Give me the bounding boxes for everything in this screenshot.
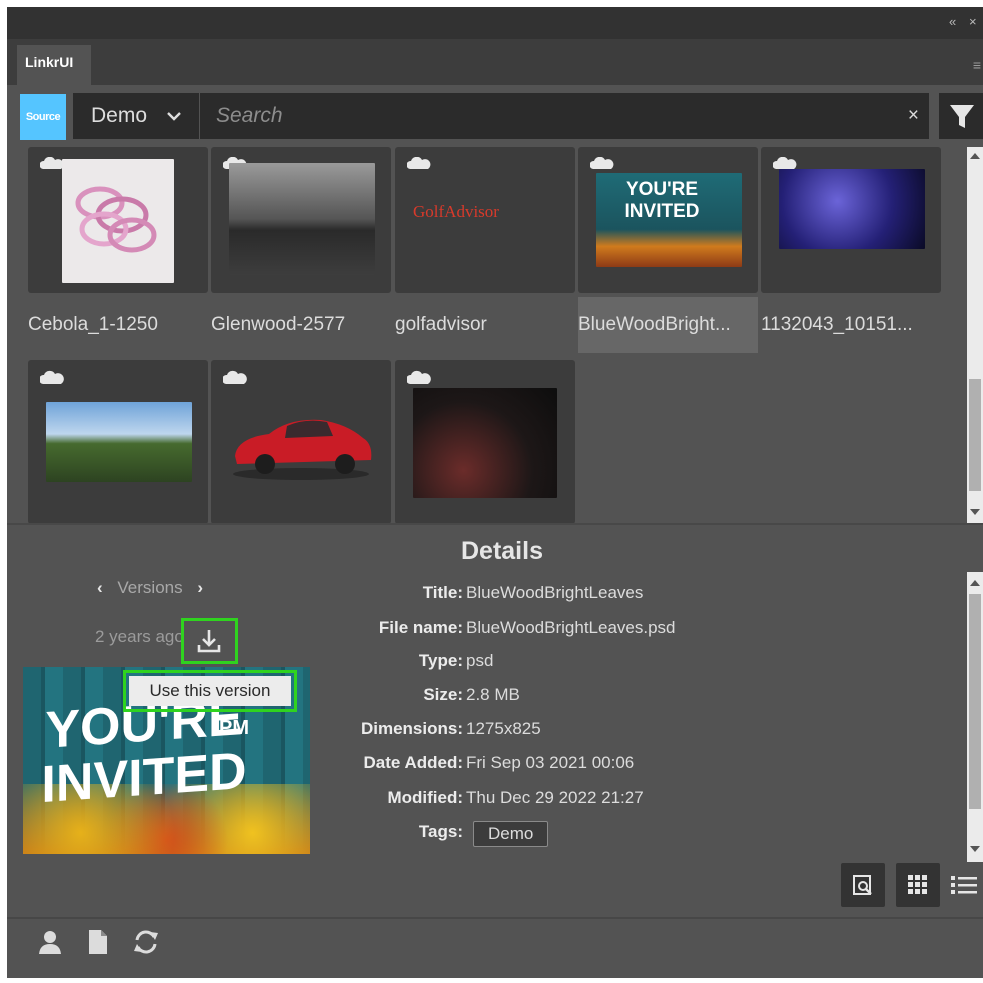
tooltip-text: Use this version xyxy=(129,676,291,706)
user-button[interactable] xyxy=(37,929,63,960)
title-label: Title: xyxy=(422,583,463,602)
cloud-icon xyxy=(223,370,247,384)
document-button[interactable] xyxy=(87,929,109,960)
refresh-icon xyxy=(134,930,158,954)
scroll-up-icon[interactable] xyxy=(970,153,980,159)
filter-button[interactable] xyxy=(939,93,983,139)
next-version-icon[interactable]: › xyxy=(197,578,203,597)
panel-splitter[interactable] xyxy=(7,523,983,525)
download-icon xyxy=(197,630,221,653)
tag-chip[interactable]: Demo xyxy=(473,821,549,847)
toolbar: Source Demo × xyxy=(7,87,983,143)
asset-card-selected[interactable]: YOU'RE INVITED xyxy=(578,147,758,293)
version-age: 2 years ago xyxy=(95,627,184,646)
date-added-label: Date Added: xyxy=(363,753,464,772)
scroll-down-icon[interactable] xyxy=(970,846,980,852)
close-panel-icon[interactable]: × xyxy=(969,14,977,29)
dimensions-label: Dimensions: xyxy=(360,719,463,738)
asset-name[interactable]: 1132043_10151... xyxy=(761,297,941,353)
type-label: Type: xyxy=(418,651,463,670)
refresh-button[interactable] xyxy=(132,929,160,960)
asset-card[interactable]: GolfAdvisor xyxy=(395,147,575,293)
scroll-down-icon[interactable] xyxy=(970,509,980,515)
document-icon xyxy=(89,930,107,954)
cloud-icon xyxy=(407,157,431,169)
grid-scrollbar[interactable] xyxy=(967,147,983,523)
clear-search-icon[interactable]: × xyxy=(908,105,919,127)
logo-text: GolfAdvisor xyxy=(413,202,499,221)
type-value: psd xyxy=(466,651,494,670)
versions-nav: ‹ Versions › xyxy=(97,578,203,598)
modified-label: Modified: xyxy=(387,788,463,807)
asset-name[interactable]: Cebola_1-1250 xyxy=(28,297,208,353)
asset-name-selected[interactable]: BlueWoodBright... xyxy=(578,297,758,353)
versions-label: Versions xyxy=(117,578,183,597)
asset-card[interactable] xyxy=(211,147,391,293)
prev-version-icon[interactable]: ‹ xyxy=(97,578,103,597)
dimensions-value: 1275x825 xyxy=(466,719,541,738)
cloud-icon xyxy=(40,157,64,169)
source-button[interactable]: Source xyxy=(20,94,66,140)
modified-value: Thu Dec 29 2022 21:27 xyxy=(466,788,644,807)
tab-bar: LinkrUI ≡ xyxy=(7,39,983,85)
filename-label: File name: xyxy=(378,618,463,637)
asset-card[interactable] xyxy=(28,147,208,293)
asset-name[interactable]: Glenwood-2577 xyxy=(211,297,391,353)
list-view-icon xyxy=(951,876,977,894)
preview-button[interactable] xyxy=(841,863,885,907)
grid-view-icon xyxy=(908,875,927,894)
scrollbar-thumb[interactable] xyxy=(969,379,981,491)
preview-subtext: PM xyxy=(219,717,249,739)
scrollbar-thumb[interactable] xyxy=(969,594,981,809)
search-box: × xyxy=(200,93,929,139)
cloud-icon xyxy=(590,157,614,169)
library-select-value: Demo xyxy=(91,104,148,127)
use-version-button[interactable] xyxy=(181,618,238,664)
filename-value: BlueWoodBrightLeaves.psd xyxy=(466,618,676,637)
scroll-up-icon[interactable] xyxy=(970,580,980,586)
asset-card[interactable] xyxy=(211,360,391,523)
grid-view-button[interactable] xyxy=(896,863,940,907)
size-value: 2.8 MB xyxy=(466,685,520,704)
list-view-button[interactable] xyxy=(951,874,977,901)
preview-icon xyxy=(853,875,872,895)
date-added-value: Fri Sep 03 2021 00:06 xyxy=(466,753,635,772)
asset-thumbnail xyxy=(229,408,375,480)
details-heading: Details xyxy=(461,537,543,565)
library-select[interactable]: Demo xyxy=(73,93,199,139)
tags-label: Tags: xyxy=(418,822,463,841)
cloud-icon xyxy=(40,370,64,384)
user-icon xyxy=(39,931,61,954)
golfadvisor-logo: GolfAdvisor xyxy=(413,197,559,227)
asset-grid: GolfAdvisor YOU'RE INVITED Cebola_1-1250… xyxy=(7,147,961,523)
panel-menu-icon[interactable]: ≡ xyxy=(973,57,981,73)
details-scrollbar[interactable] xyxy=(967,572,983,862)
asset-thumbnail xyxy=(46,402,192,482)
asset-thumbnail xyxy=(229,163,375,275)
thumbnail-text: YOU'RE INVITED xyxy=(624,179,700,222)
use-version-tooltip: Use this version xyxy=(123,670,297,712)
asset-thumbnail xyxy=(413,388,557,498)
panel-title-strip: « × xyxy=(7,7,983,39)
title-value: BlueWoodBrightLeaves xyxy=(466,583,644,602)
asset-card[interactable] xyxy=(28,360,208,523)
chevron-down-icon xyxy=(167,112,181,121)
collapse-icon[interactable]: « xyxy=(949,14,956,29)
asset-name[interactable]: golfadvisor xyxy=(395,297,575,353)
tab-linkrui[interactable]: LinkrUI xyxy=(17,45,91,85)
search-input[interactable] xyxy=(200,93,890,139)
asset-card[interactable] xyxy=(761,147,941,293)
asset-thumbnail xyxy=(62,159,174,283)
asset-thumbnail: YOU'RE INVITED xyxy=(596,173,742,267)
cloud-icon xyxy=(407,370,431,384)
cloud-icon xyxy=(773,157,797,169)
asset-thumbnail xyxy=(779,169,925,249)
asset-card[interactable] xyxy=(395,360,575,523)
filter-icon xyxy=(950,105,974,128)
linkrui-panel: « × LinkrUI ≡ Source Demo × xyxy=(7,7,983,978)
size-label: Size: xyxy=(423,685,463,704)
